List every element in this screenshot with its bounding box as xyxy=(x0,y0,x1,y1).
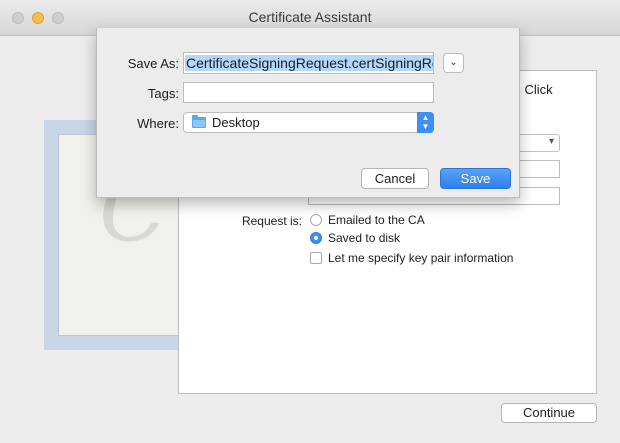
where-select[interactable]: Desktop ▲ ▼ xyxy=(183,112,434,133)
expand-sheet-button[interactable]: ⌄ xyxy=(443,53,464,73)
tags-input[interactable] xyxy=(183,82,434,103)
cancel-button[interactable]: Cancel xyxy=(361,168,429,189)
folder-icon xyxy=(192,115,206,128)
chevron-down-icon: ⌄ xyxy=(449,57,458,68)
radio-button-icon xyxy=(310,214,322,226)
radio-saved-to-disk[interactable]: Saved to disk xyxy=(310,230,400,246)
checkbox-label: Let me specify key pair information xyxy=(328,251,514,265)
save-as-value: CertificateSigningRequest.certSigningRe xyxy=(185,55,433,71)
tags-label: Tags: xyxy=(147,86,179,101)
save-as-input[interactable]: CertificateSigningRequest.certSigningRe xyxy=(183,52,434,74)
chevron-down-icon: ▾ xyxy=(548,136,554,147)
key-pair-checkbox[interactable]: Let me specify key pair information xyxy=(310,250,513,266)
where-label: Where: xyxy=(137,116,179,131)
save-button[interactable]: Save xyxy=(440,168,511,189)
continue-button[interactable]: Continue xyxy=(501,403,597,423)
where-value: Desktop xyxy=(212,115,260,130)
window-title: Certificate Assistant xyxy=(248,9,372,25)
radio-label: Emailed to the CA xyxy=(328,213,425,227)
save-sheet: Save As: CertificateSigningRequest.certS… xyxy=(96,28,520,198)
request-is-label: Request is: xyxy=(241,214,302,228)
up-down-chevron-icon: ▲ ▼ xyxy=(417,112,434,133)
radio-label: Saved to disk xyxy=(328,231,401,245)
save-as-label: Save As: xyxy=(127,56,179,71)
certificate-assistant-window: Certificate Assistant C g. Click ▾ Reque… xyxy=(0,0,620,443)
radio-button-selected-icon xyxy=(310,232,322,244)
radio-emailed-to-ca[interactable]: Emailed to the CA xyxy=(310,212,425,228)
checkbox-icon xyxy=(310,252,322,264)
